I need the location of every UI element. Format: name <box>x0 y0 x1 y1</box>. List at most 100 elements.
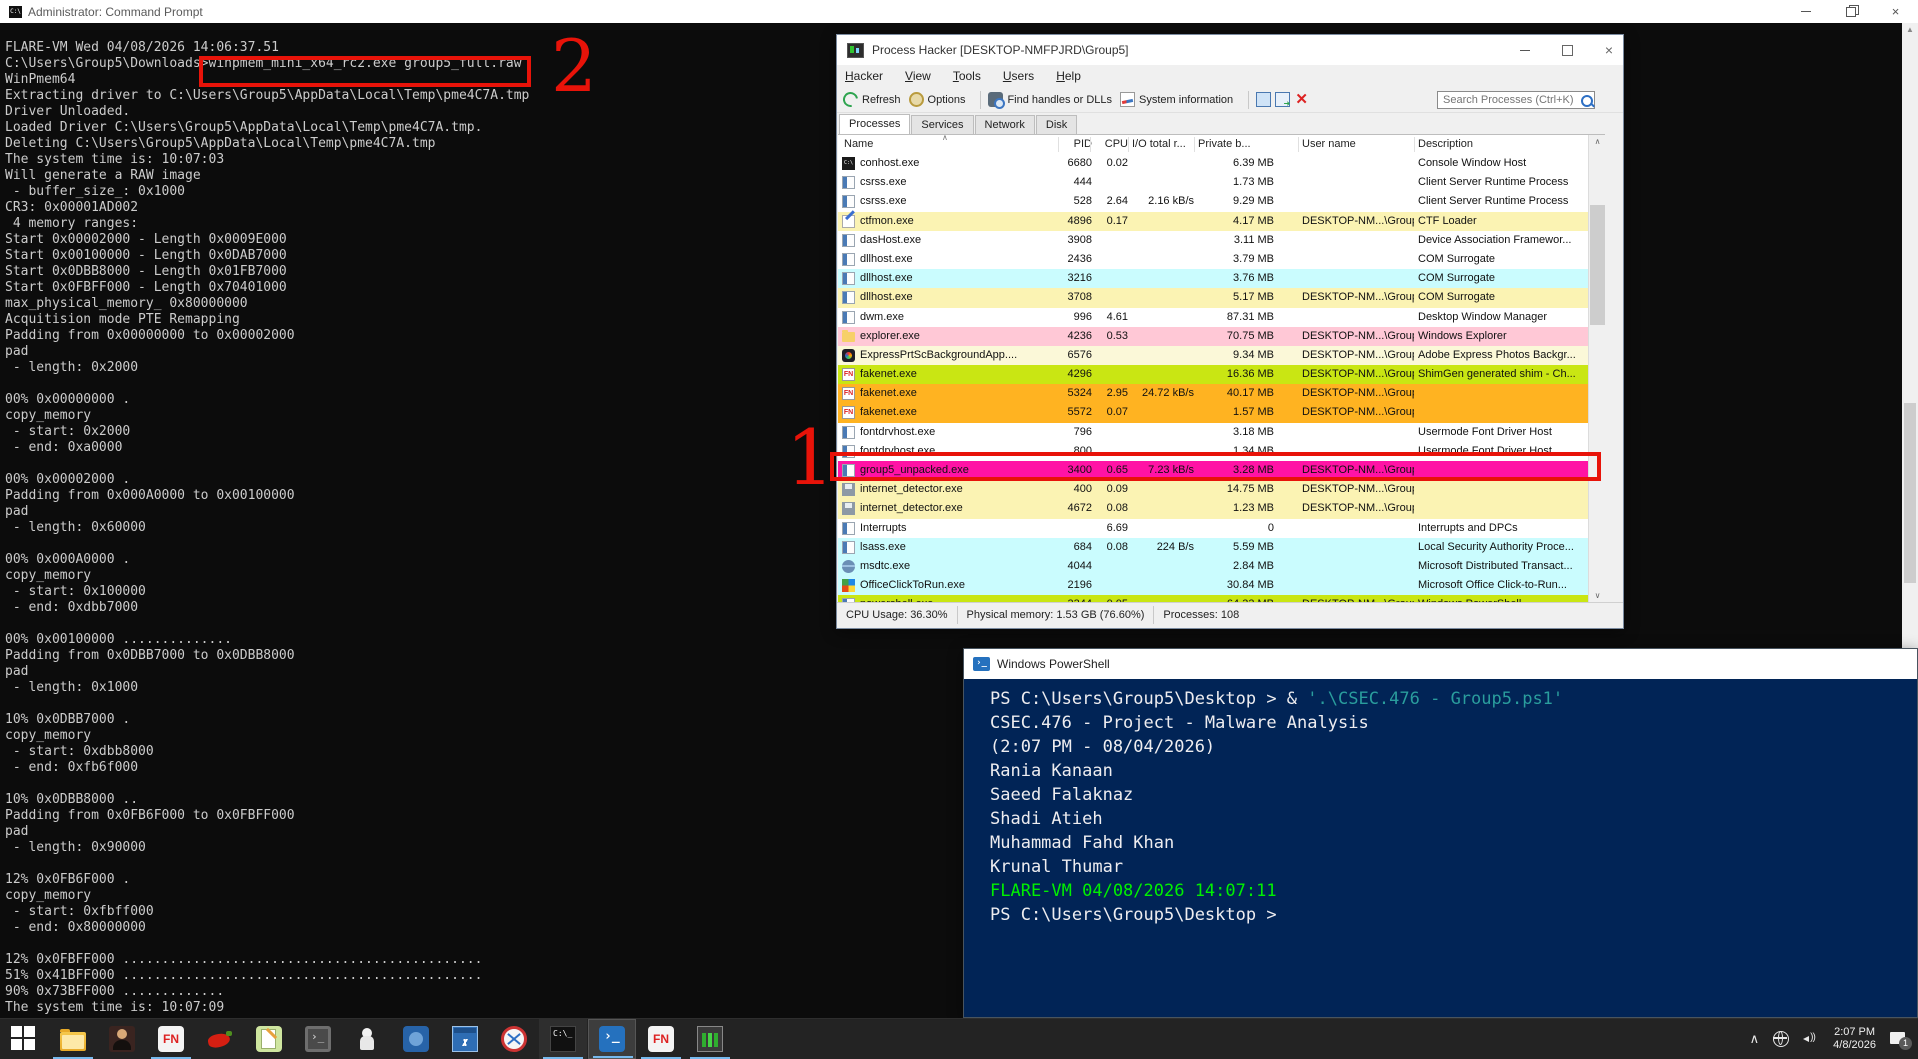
cell-user: DESKTOP-NM...\Group5 <box>1302 365 1414 384</box>
process-row-powershell-exe[interactable]: powershell.exe33440.0564.33 MBDESKTOP-NM… <box>838 595 1588 602</box>
window-pane-icon[interactable] <box>1256 92 1271 107</box>
process-row-internet-detector-exe[interactable]: internet_detector.exe46720.081.23 MBDESK… <box>838 499 1588 518</box>
cell-pid: 3344 <box>1062 595 1092 602</box>
ph-statusbar: CPU Usage: 36.30% Physical memory: 1.53 … <box>837 602 1623 627</box>
column-description[interactable]: Description <box>1418 135 1586 154</box>
notification-center-icon[interactable]: 1 <box>1890 1031 1908 1047</box>
window-arrow-icon[interactable] <box>1275 92 1290 107</box>
process-row-msdtc-exe[interactable]: msdtc.exe40442.84 MBMicrosoft Distribute… <box>838 557 1588 576</box>
notepadpp-icon[interactable] <box>245 1019 293 1059</box>
menu-view[interactable]: View <box>905 69 931 83</box>
cmd-close-button[interactable]: × <box>1873 0 1918 23</box>
process-row-fakenet-exe[interactable]: FNfakenet.exe55720.071.57 MBDESKTOP-NM..… <box>838 403 1588 422</box>
menu-tools[interactable]: Tools <box>953 69 981 83</box>
process-row-expressprtscbackgroundapp-[interactable]: ExpressPrtScBackgroundApp....65769.34 MB… <box>838 346 1588 365</box>
process-row-group5-unpacked-exe[interactable]: group5_unpacked.exe34000.657.23 kB/s3.28… <box>838 461 1588 480</box>
process-row-interrupts[interactable]: Interrupts6.690Interrupts and DPCs <box>838 519 1588 538</box>
column-io-total[interactable]: I/O total r... <box>1132 135 1194 154</box>
process-row-dwm-exe[interactable]: dwm.exe9964.6187.31 MBDesktop Window Man… <box>838 308 1588 327</box>
speaker-icon[interactable] <box>1803 1032 1819 1046</box>
cmd-scroll-thumb[interactable] <box>1904 403 1916 583</box>
command-prompt-icon[interactable]: C:\_ <box>539 1019 587 1059</box>
options-button[interactable]: Options <box>909 92 966 107</box>
powershell-icon <box>599 1026 625 1052</box>
process-row-fakenet-exe[interactable]: FNfakenet.exe53242.9524.72 kB/s40.17 MBD… <box>838 384 1588 403</box>
chili-app-icon[interactable] <box>196 1019 244 1059</box>
terminate-x-icon[interactable]: ✕ <box>1294 92 1309 107</box>
menu-users[interactable]: Users <box>1003 69 1034 83</box>
cell-pid: 2196 <box>1062 576 1092 595</box>
cmd-scroll-up-arrow[interactable]: ▲ <box>1902 25 1918 34</box>
fakenet-icon[interactable]: FN <box>147 1019 195 1059</box>
network-globe-icon[interactable] <box>1773 1031 1789 1047</box>
process-row-dllhost-exe[interactable]: dllhost.exe37085.17 MBDESKTOP-NM...\Grou… <box>838 288 1588 307</box>
scroll-down-arrow[interactable]: ∨ <box>1589 591 1606 600</box>
fakenet-2-icon[interactable]: FN <box>637 1019 685 1059</box>
cell-priv: 87.31 MB <box>1196 308 1274 327</box>
find-handles-button[interactable]: Find handles or DLLs <box>988 92 1112 107</box>
ph-maximize-button[interactable] <box>1559 42 1575 58</box>
status-physical-memory: Physical memory: 1.53 GB (76.60%) <box>958 609 1154 621</box>
process-row-dllhost-exe[interactable]: dllhost.exe32163.76 MBCOM Surrogate <box>838 269 1588 288</box>
start-button[interactable] <box>0 1019 48 1059</box>
process-row-dllhost-exe[interactable]: dllhost.exe24363.79 MBCOM Surrogate <box>838 250 1588 269</box>
process-row-csrss-exe[interactable]: csrss.exe5282.642.16 kB/s9.29 MBClient S… <box>838 192 1588 211</box>
cell-name: csrss.exe <box>860 173 1060 192</box>
menu-hacker[interactable]: Hacker <box>845 69 883 83</box>
ph-minimize-button[interactable] <box>1517 42 1533 58</box>
tray-chevron-up-icon[interactable]: ∧ <box>1750 1031 1760 1047</box>
cell-cpu <box>1094 288 1128 307</box>
taskbar-clock[interactable]: 2:07 PM 4/8/2026 <box>1833 1026 1876 1052</box>
search-processes-input[interactable] <box>1437 91 1595 109</box>
refresh-button[interactable]: Refresh <box>843 92 901 107</box>
tab-disk[interactable]: Disk <box>1036 115 1077 134</box>
scroll-up-arrow[interactable]: ∧ <box>1589 137 1606 146</box>
process-row-internet-detector-exe[interactable]: internet_detector.exe4000.0914.75 MBDESK… <box>838 480 1588 499</box>
column-private-bytes[interactable]: Private b... <box>1198 135 1274 154</box>
process-row-conhost-exe[interactable]: C:\conhost.exe66800.026.39 MBConsole Win… <box>838 154 1588 173</box>
process-row-explorer-exe[interactable]: explorer.exe42360.5370.75 MBDESKTOP-NM..… <box>838 327 1588 346</box>
process-row-dashost-exe[interactable]: dasHost.exe39083.11 MBDevice Association… <box>838 231 1588 250</box>
scissors-app-icon[interactable] <box>490 1019 538 1059</box>
tab-network[interactable]: Network <box>975 115 1035 134</box>
powershell-icon[interactable] <box>588 1019 636 1059</box>
cell-name: dllhost.exe <box>860 269 1060 288</box>
column-cpu[interactable]: CPU <box>1094 135 1128 154</box>
white-figure-app-icon[interactable] <box>343 1019 391 1059</box>
tab-processes[interactable]: Processes <box>839 114 910 134</box>
photo-portrait-icon[interactable] <box>98 1019 146 1059</box>
ph-scroll-thumb[interactable] <box>1590 205 1605 325</box>
process-row-fontdrvhost-exe[interactable]: fontdrvhost.exe8001.34 MBUsermode Font D… <box>838 442 1588 461</box>
status-cpu-usage: CPU Usage: 36.30% <box>837 609 957 621</box>
terminal-app-icon[interactable] <box>294 1019 342 1059</box>
process-row-csrss-exe[interactable]: csrss.exe4441.73 MBClient Server Runtime… <box>838 173 1588 192</box>
performance-graph-app-icon[interactable] <box>441 1019 489 1059</box>
blue-app-icon[interactable] <box>392 1019 440 1059</box>
cell-pid: 6576 <box>1062 346 1092 365</box>
process-hacker-titlebar: Process Hacker [DESKTOP-NMFPJRD\Group5] … <box>837 35 1623 65</box>
cell-desc: CTF Loader <box>1418 212 1588 231</box>
floppy-process-icon <box>842 483 855 496</box>
process-row-fontdrvhost-exe[interactable]: fontdrvhost.exe7963.18 MBUsermode Font D… <box>838 423 1588 442</box>
process-row-lsass-exe[interactable]: lsass.exe6840.08224 B/s5.59 MBLocal Secu… <box>838 538 1588 557</box>
cmd-restore-button[interactable] <box>1828 0 1873 23</box>
process-hacker-icon[interactable] <box>686 1019 734 1059</box>
file-explorer-icon[interactable] <box>49 1019 97 1059</box>
ph-close-button[interactable]: × <box>1601 42 1617 58</box>
system-information-button[interactable]: System information <box>1120 92 1233 107</box>
ph-scrollbar[interactable]: ∧ ∨ <box>1588 135 1606 602</box>
cell-desc: Usermode Font Driver Host <box>1418 423 1588 442</box>
process-row-ctfmon-exe[interactable]: ctfmon.exe48960.174.17 MBDESKTOP-NM...\G… <box>838 212 1588 231</box>
column-user-name[interactable]: User name <box>1302 135 1414 154</box>
column-pid[interactable]: PID <box>1062 135 1092 154</box>
cell-name: dllhost.exe <box>860 250 1060 269</box>
cell-desc <box>1418 384 1588 403</box>
column-name[interactable]: Name <box>844 135 1054 154</box>
cmd-minimize-button[interactable] <box>1783 0 1828 23</box>
process-row-fakenet-exe[interactable]: FNfakenet.exe429616.36 MBDESKTOP-NM...\G… <box>838 365 1588 384</box>
menu-help[interactable]: Help <box>1056 69 1081 83</box>
process-row-officeclicktorun-exe[interactable]: OfficeClickToRun.exe219630.84 MBMicrosof… <box>838 576 1588 595</box>
process-hacker-app-icon <box>847 43 864 58</box>
tab-services[interactable]: Services <box>911 115 973 134</box>
ph-menubar: Hacker View Tools Users Help <box>837 65 1623 87</box>
